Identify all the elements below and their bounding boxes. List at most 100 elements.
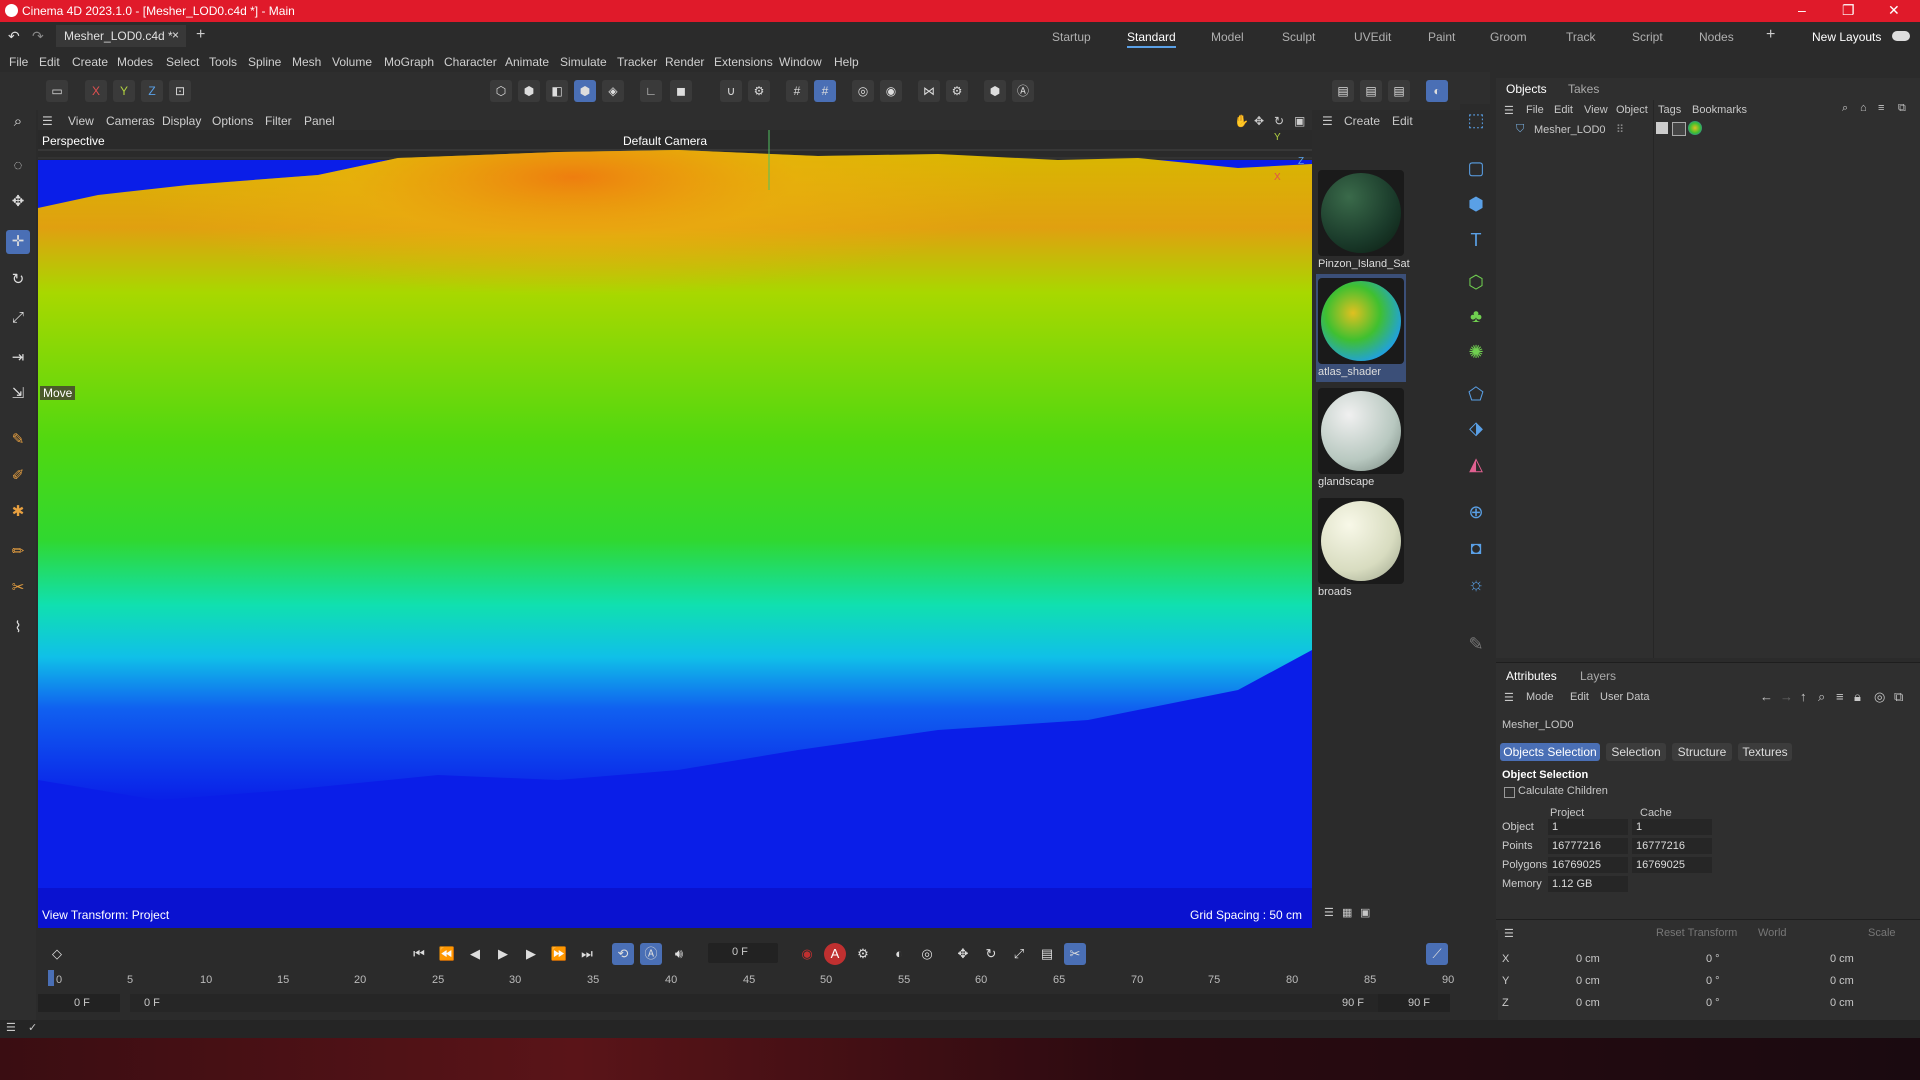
- menu-mograph[interactable]: MoGraph: [384, 55, 434, 69]
- move-view-icon[interactable]: ✥: [1254, 114, 1264, 128]
- cloner-icon[interactable]: ♣: [1462, 302, 1490, 330]
- spline-smooth-icon[interactable]: ✱: [6, 500, 30, 524]
- polygons-mode-icon[interactable]: ◧: [546, 80, 568, 102]
- previous-frame-icon[interactable]: ◀: [464, 943, 486, 965]
- timeline-graph-icon[interactable]: ⟋: [1426, 943, 1448, 965]
- points-mode-icon[interactable]: ⬡: [490, 80, 512, 102]
- edit-icon[interactable]: ✎: [1462, 630, 1490, 658]
- new-window-icon[interactable]: ⧉: [1898, 102, 1906, 115]
- attributes-menu-icon[interactable]: ☰: [1504, 691, 1514, 704]
- tab-objects[interactable]: Objects: [1506, 82, 1547, 96]
- edit-render-settings-icon[interactable]: ▤: [1388, 80, 1410, 102]
- model-mode-icon[interactable]: ▭: [46, 80, 68, 102]
- new-window-icon[interactable]: ⧉: [1894, 689, 1903, 705]
- spline-tools-icon[interactable]: ◭: [1462, 450, 1490, 478]
- lock-y-button[interactable]: Y: [113, 80, 135, 102]
- rotation-key-icon[interactable]: ↻: [980, 943, 1002, 965]
- scale-key-icon[interactable]: ⤢: [1008, 943, 1030, 965]
- sound-icon[interactable]: 🔊︎: [668, 943, 690, 965]
- new-tab-icon[interactable]: +: [196, 26, 205, 44]
- coord-rotation-field[interactable]: 0 °: [1706, 975, 1720, 987]
- minimize-button[interactable]: –: [1798, 2, 1806, 18]
- menu-modes[interactable]: Modes: [117, 55, 153, 69]
- hexagon-tool-icon[interactable]: ⬢: [984, 80, 1006, 102]
- material-menu-edit[interactable]: Edit: [1392, 114, 1413, 128]
- viewport-hamburger-icon[interactable]: ☰: [42, 114, 53, 128]
- document-tab[interactable]: Mesher_LOD0.c4d * ×: [56, 25, 186, 47]
- menu-character[interactable]: Character: [444, 55, 497, 69]
- layout-startup[interactable]: Startup: [1052, 30, 1091, 44]
- tag-icon[interactable]: [1656, 122, 1668, 134]
- list-view-icon[interactable]: ☰: [1324, 906, 1334, 919]
- layout-uvedit[interactable]: UVEdit: [1354, 30, 1391, 44]
- rotate-view-icon[interactable]: ↻: [1274, 114, 1284, 128]
- uv-mode-icon[interactable]: ◈: [602, 80, 624, 102]
- viewport-menu-view[interactable]: View: [68, 114, 94, 128]
- coord-position-field[interactable]: 0 cm: [1576, 953, 1600, 965]
- placement-tool-icon[interactable]: ⇥: [6, 346, 30, 370]
- filter-icon[interactable]: ≡: [1836, 689, 1844, 704]
- spline-pen-icon[interactable]: ✎: [6, 428, 30, 452]
- snap-icon[interactable]: ∪: [720, 80, 742, 102]
- render-to-picture-viewer-icon[interactable]: ▤: [1360, 80, 1382, 102]
- loop-icon[interactable]: ⟲: [612, 943, 634, 965]
- effector-icon[interactable]: ✺: [1462, 338, 1490, 366]
- render-active-view-icon[interactable]: ▤: [1332, 80, 1354, 102]
- objects-menu-tags[interactable]: Tags: [1658, 104, 1681, 116]
- zoom-search-icon[interactable]: ⌕: [6, 110, 30, 134]
- forward-arrow-icon[interactable]: →: [1780, 689, 1793, 704]
- material-card[interactable]: broads: [1316, 494, 1406, 602]
- grid-view-icon[interactable]: ▦: [1342, 906, 1352, 919]
- objects-menu-file[interactable]: File: [1526, 104, 1544, 116]
- object-row[interactable]: ⛉ Mesher_LOD0 ⠿: [1500, 121, 1910, 140]
- playhead[interactable]: [48, 970, 54, 986]
- tag-icon[interactable]: [1672, 122, 1686, 136]
- objects-menu-object[interactable]: Object: [1616, 104, 1648, 116]
- objects-menu-edit[interactable]: Edit: [1554, 104, 1573, 116]
- status-menu-icon[interactable]: ☰: [6, 1021, 16, 1034]
- lock-icon[interactable]: 🔒︎: [1854, 689, 1861, 705]
- menu-window[interactable]: Window: [779, 55, 822, 69]
- go-to-end-icon[interactable]: ⏭: [576, 943, 598, 965]
- layout-nodes[interactable]: Nodes: [1699, 30, 1734, 44]
- edges-mode-icon[interactable]: ⬢: [518, 80, 540, 102]
- search-icon[interactable]: ⌕: [1818, 689, 1825, 705]
- position-key-icon[interactable]: ✥: [952, 943, 974, 965]
- range-slider[interactable]: 0 F 90 F: [130, 994, 1390, 1012]
- next-key-icon[interactable]: ⏩: [548, 943, 570, 965]
- menu-mesh[interactable]: Mesh: [292, 55, 321, 69]
- attributes-menu-edit[interactable]: Edit: [1570, 691, 1589, 703]
- reset-transform-button[interactable]: Reset Transform: [1656, 927, 1737, 939]
- param-key-icon[interactable]: ▤: [1036, 943, 1058, 965]
- scale-tool-icon[interactable]: ⤢: [6, 306, 30, 330]
- layout-model[interactable]: Model: [1211, 30, 1244, 44]
- field-icon[interactable]: ⬗: [1462, 414, 1490, 442]
- menu-extensions[interactable]: Extensions: [714, 55, 773, 69]
- auto-keyframe-icon[interactable]: Ⓐ: [1012, 80, 1034, 102]
- generator-icon[interactable]: ⬡: [1462, 268, 1490, 296]
- coordinate-system-icon[interactable]: ⊡: [169, 80, 191, 102]
- search-icon[interactable]: ⌕: [1842, 102, 1848, 115]
- tab-takes[interactable]: Takes: [1568, 82, 1599, 96]
- render-settings-icon[interactable]: ◉: [880, 80, 902, 102]
- menu-file[interactable]: File: [9, 55, 28, 69]
- interactive-render-region-icon[interactable]: ◐: [1426, 80, 1448, 102]
- viewport-menu-display[interactable]: Display: [162, 114, 201, 128]
- viewport-menu-cameras[interactable]: Cameras: [106, 114, 155, 128]
- pla-key-icon[interactable]: ✂: [1064, 943, 1086, 965]
- pill-selection[interactable]: Selection: [1606, 743, 1666, 761]
- knife-icon[interactable]: ✂: [6, 576, 30, 600]
- snap-settings-icon[interactable]: ⚙: [748, 80, 770, 102]
- transform-tool-icon[interactable]: ✥: [6, 190, 30, 214]
- layout-standard[interactable]: Standard: [1127, 30, 1176, 48]
- symmetry-settings-icon[interactable]: ⚙: [946, 80, 968, 102]
- back-arrow-icon[interactable]: ←: [1760, 689, 1773, 704]
- up-arrow-icon[interactable]: ↑: [1800, 689, 1807, 704]
- coord-space-select[interactable]: World: [1758, 927, 1787, 939]
- lock-z-button[interactable]: Z: [141, 80, 163, 102]
- render-view-icon[interactable]: ◎: [852, 80, 874, 102]
- menu-tracker[interactable]: Tracker: [617, 55, 657, 69]
- undo-icon[interactable]: ↶: [8, 28, 20, 45]
- perspective-viewport[interactable]: Perspective Default Camera Move Y Z X Vi…: [38, 130, 1312, 928]
- home-icon[interactable]: ⌂: [1860, 102, 1867, 114]
